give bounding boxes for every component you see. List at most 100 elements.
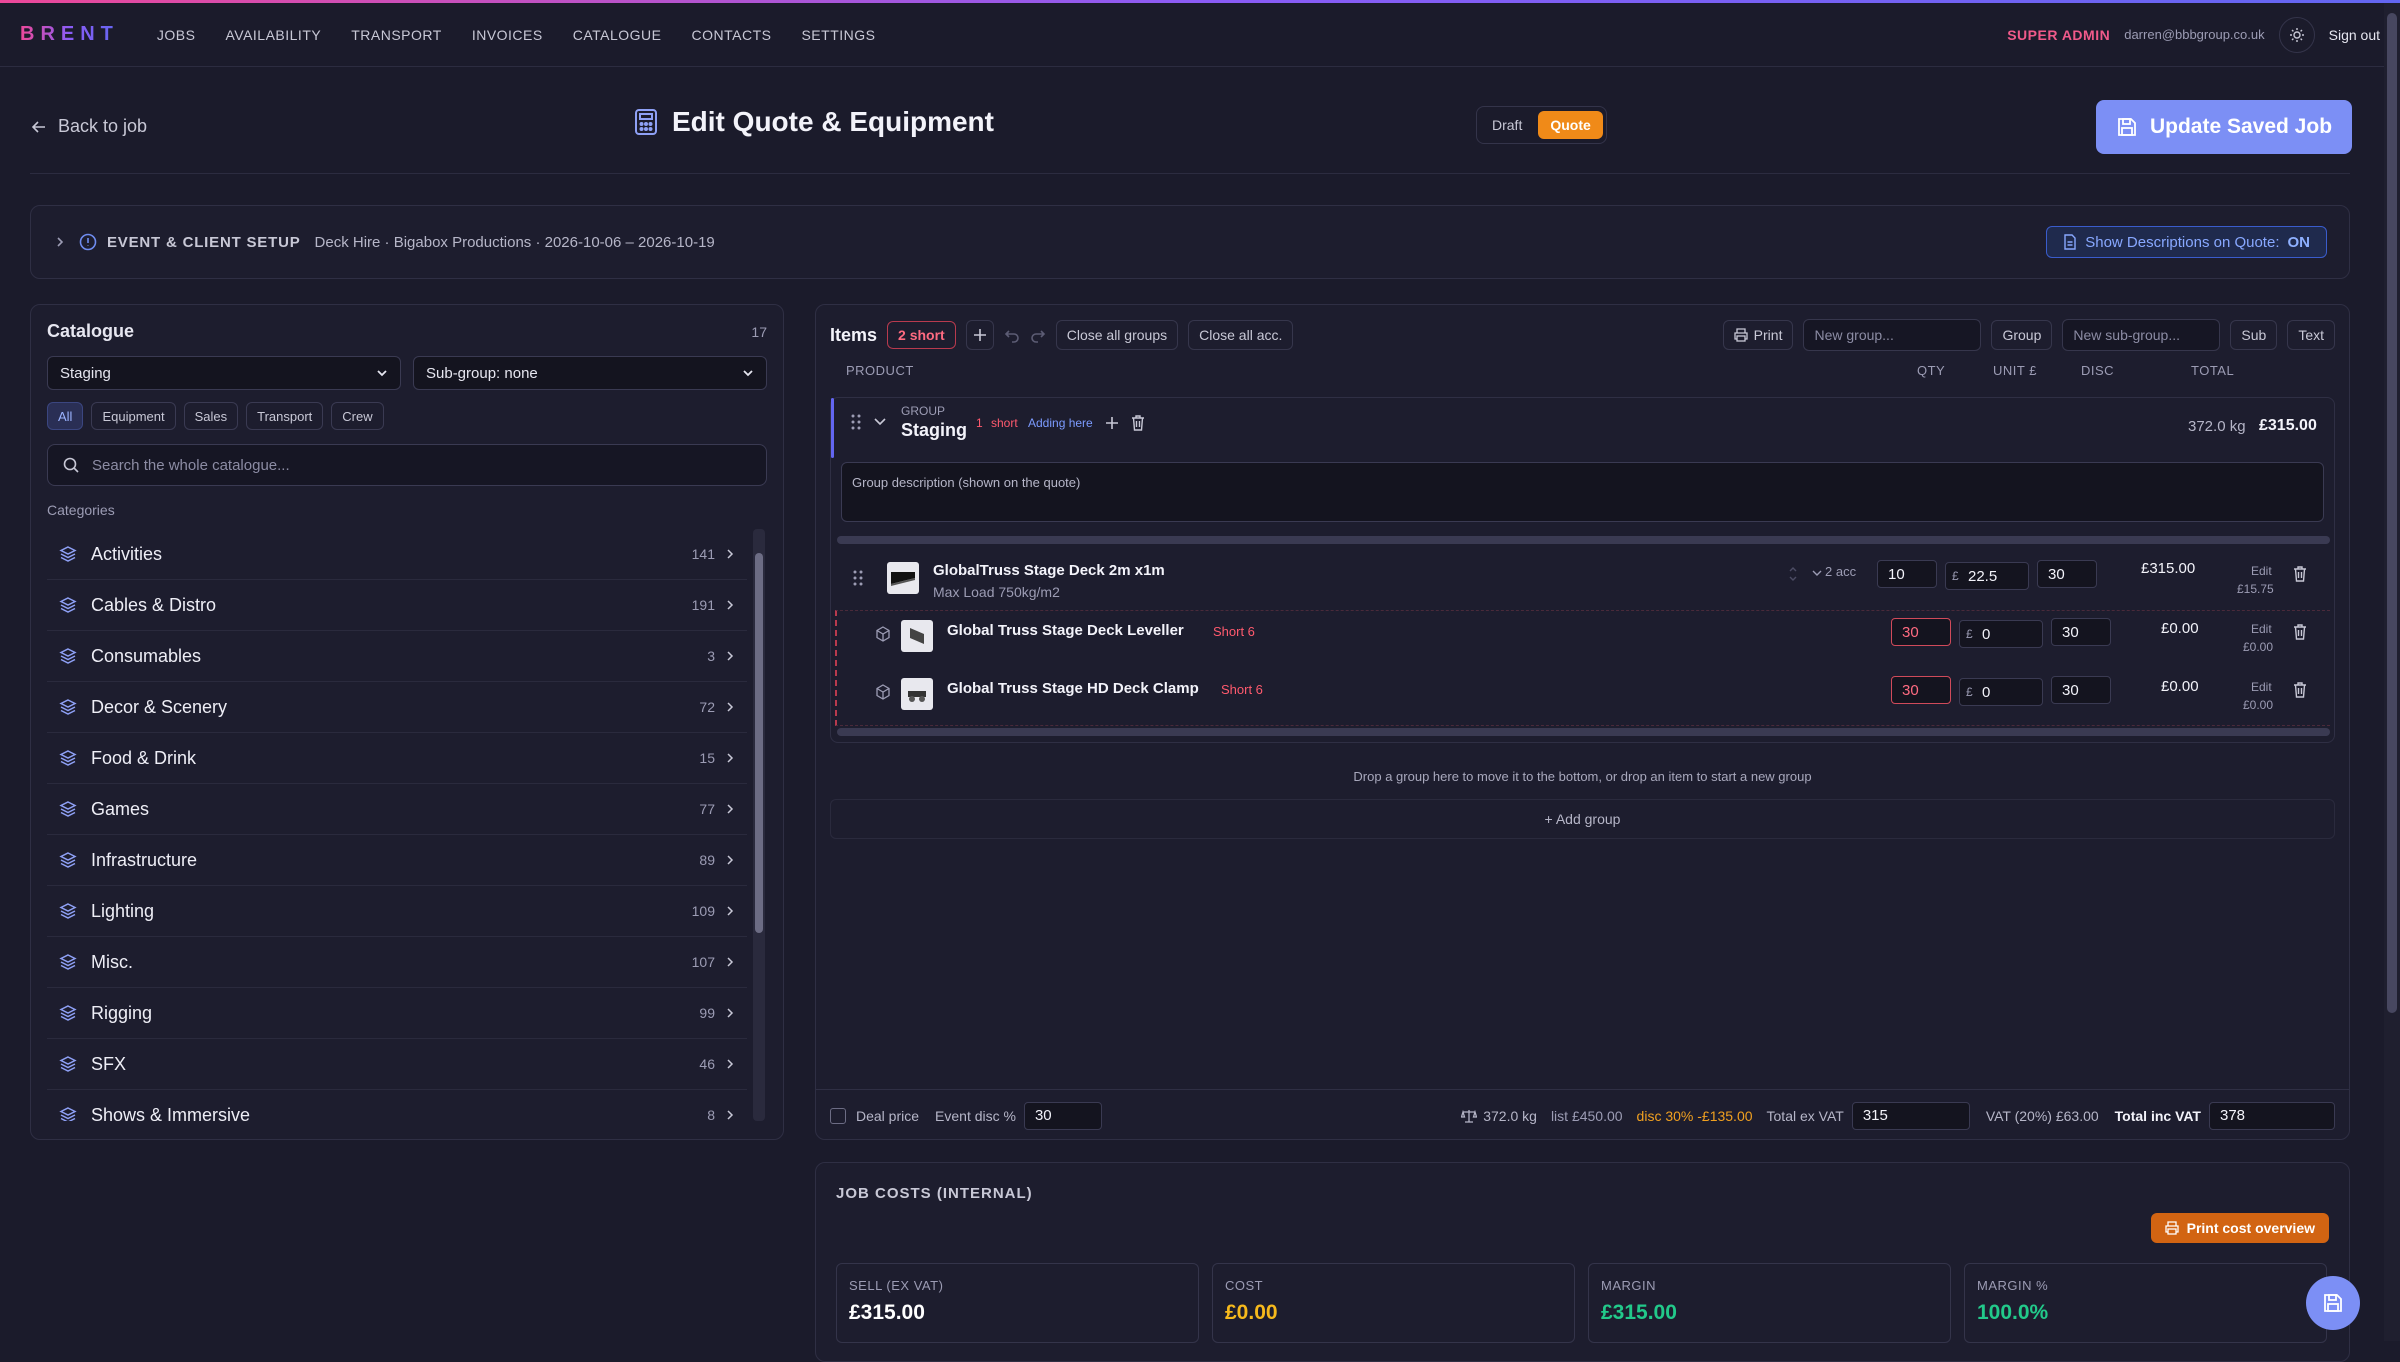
category-item[interactable]: Misc. 107 (47, 937, 747, 988)
line-name[interactable]: Global Truss Stage Deck Leveller (947, 622, 1184, 639)
category-select[interactable]: Staging (47, 356, 401, 390)
print-button[interactable]: Print (1722, 320, 1794, 350)
chevron-down-icon[interactable] (1812, 569, 1822, 577)
discount-input[interactable]: 30 (2051, 618, 2111, 646)
category-item[interactable]: Rigging 99 (47, 988, 747, 1039)
setup-label: EVENT & CLIENT SETUP (107, 233, 301, 251)
category-item[interactable]: Cables & Distro 191 (47, 580, 747, 631)
back-to-job-link[interactable]: Back to job (30, 116, 147, 137)
discount-input[interactable]: 30 (2051, 676, 2111, 704)
drag-handle-icon[interactable] (851, 414, 861, 430)
trash-icon[interactable] (2293, 682, 2307, 698)
line-subtitle: Max Load 750kg/m2 (933, 584, 1060, 600)
category-scroll-thumb[interactable] (755, 553, 763, 933)
category-item[interactable]: Shows & Immersive 8 (47, 1090, 747, 1121)
edit-link[interactable]: Edit (2251, 564, 2272, 578)
discount-input[interactable]: 30 (2037, 560, 2097, 588)
trash-icon[interactable] (2293, 624, 2307, 640)
page-scrollbar[interactable] (2384, 3, 2400, 1341)
trash-icon[interactable] (1131, 415, 1145, 431)
group-description-input[interactable]: Group description (shown on the quote) (841, 462, 2324, 522)
col-total: TOTAL (2191, 363, 2235, 378)
category-item[interactable]: SFX 46 (47, 1039, 747, 1090)
add-sub-button[interactable]: Sub (2230, 320, 2278, 350)
filter-crew[interactable]: Crew (331, 402, 384, 430)
event-client-setup[interactable]: EVENT & CLIENT SETUP Deck Hire · Bigabox… (30, 205, 2350, 279)
items-toolbar: Items 2 short Close all groups Close all… (830, 319, 2335, 351)
line-name[interactable]: GlobalTruss Stage Deck 2m x1m (933, 562, 1165, 579)
update-saved-job-button[interactable]: Update Saved Job (2096, 100, 2352, 154)
nav-invoices[interactable]: INVOICES (472, 27, 543, 43)
nav-transport[interactable]: TRANSPORT (351, 27, 442, 43)
category-item[interactable]: Infrastructure 89 (47, 835, 747, 886)
qty-input[interactable]: 30 (1891, 618, 1951, 646)
print-cost-overview-button[interactable]: Print cost overview (2150, 1213, 2329, 1243)
page-title-text: Edit Quote & Equipment (672, 106, 994, 137)
new-group-input[interactable]: New group... (1803, 319, 1982, 351)
category-item[interactable]: Games 77 (47, 784, 747, 835)
theme-toggle-button[interactable] (2278, 16, 2315, 53)
filter-all[interactable]: All (47, 402, 84, 430)
category-item[interactable]: Activities 141 (47, 529, 747, 580)
category-name: Shows & Immersive (91, 1104, 251, 1122)
nav-catalogue[interactable]: CATALOGUE (573, 27, 662, 43)
show-descriptions-toggle[interactable]: Show Descriptions on Quote: ON (2046, 226, 2327, 258)
filter-transport[interactable]: Transport (246, 402, 324, 430)
floating-save-button[interactable] (2306, 1276, 2360, 1330)
filter-equipment[interactable]: Equipment (91, 402, 176, 430)
chevron-right-icon[interactable] (53, 235, 67, 249)
add-text-button[interactable]: Text (2287, 320, 2335, 350)
sign-out-link[interactable]: Sign out (2329, 27, 2380, 43)
edit-link[interactable]: Edit (2251, 680, 2272, 694)
line-net: £0.00 (2243, 640, 2274, 654)
category-scrollbar[interactable] (753, 529, 765, 1121)
subgroup-select[interactable]: Sub-group: none (413, 356, 767, 390)
nav-contacts[interactable]: CONTACTS (692, 27, 772, 43)
page-header: Back to job Edit Quote & Equipment Draft… (30, 100, 2352, 174)
event-disc-label: Event disc % (935, 1107, 1016, 1124)
brand-logo[interactable]: BRENT (20, 23, 119, 46)
new-subgroup-input[interactable]: New sub-group... (2062, 319, 2221, 351)
ex-vat-input[interactable]: 315 (1851, 1101, 1970, 1130)
nav-jobs[interactable]: JOBS (157, 27, 196, 43)
category-count: 15 (699, 750, 715, 766)
unit-price-input[interactable]: £ 0 (1959, 620, 2043, 648)
filter-sales[interactable]: Sales (183, 402, 239, 430)
group-name[interactable]: Staging (901, 420, 967, 441)
deal-price-checkbox[interactable] (830, 1107, 846, 1124)
category-item[interactable]: Lighting 109 (47, 886, 747, 937)
category-item[interactable]: Consumables 3 (47, 631, 747, 682)
nav-settings[interactable]: SETTINGS (801, 27, 875, 43)
category-item[interactable]: Decor & Scenery 72 (47, 682, 747, 733)
toggle-quote[interactable]: Quote (1538, 111, 1603, 139)
add-item-button[interactable] (965, 320, 994, 350)
layers-icon (59, 1055, 77, 1073)
subgroup-select-value: Sub-group: none (426, 364, 538, 382)
catalogue-search-input[interactable]: Search the whole catalogue... (47, 444, 767, 486)
event-disc-input[interactable]: 30 (1023, 1101, 1102, 1130)
unit-price-input[interactable]: £ 22.5 (1945, 562, 2029, 590)
close-all-groups-button[interactable]: Close all groups (1055, 320, 1179, 350)
page-scroll-thumb[interactable] (2387, 13, 2397, 1013)
drag-handle-icon[interactable] (853, 570, 863, 586)
redo-button[interactable] (1030, 327, 1046, 343)
edit-link[interactable]: Edit (2251, 622, 2272, 636)
chevron-down-icon[interactable] (873, 416, 887, 428)
plus-icon[interactable] (1105, 416, 1119, 430)
drop-zone-note[interactable]: Drop a group here to move it to the bott… (816, 769, 2349, 784)
category-item[interactable]: Food & Drink 15 (47, 733, 747, 784)
add-group-button[interactable]: Group (1991, 320, 2053, 350)
add-group-zone[interactable]: + Add group (830, 799, 2335, 839)
accessory-count[interactable]: 2 acc (1825, 564, 1856, 579)
nav-availability[interactable]: AVAILABILITY (225, 27, 321, 43)
toggle-draft[interactable]: Draft (1480, 111, 1534, 139)
unit-price-input[interactable]: £ 0 (1959, 678, 2043, 706)
qty-input[interactable]: 10 (1877, 560, 1937, 588)
trash-icon[interactable] (2293, 566, 2307, 582)
close-all-acc-button[interactable]: Close all acc. (1188, 320, 1294, 350)
line-name[interactable]: Global Truss Stage HD Deck Clamp (947, 680, 1199, 697)
inc-vat-input[interactable]: 378 (2209, 1101, 2335, 1130)
undo-button[interactable] (1004, 327, 1020, 343)
sort-arrows-icon[interactable] (1787, 566, 1799, 582)
qty-input[interactable]: 30 (1891, 676, 1951, 704)
